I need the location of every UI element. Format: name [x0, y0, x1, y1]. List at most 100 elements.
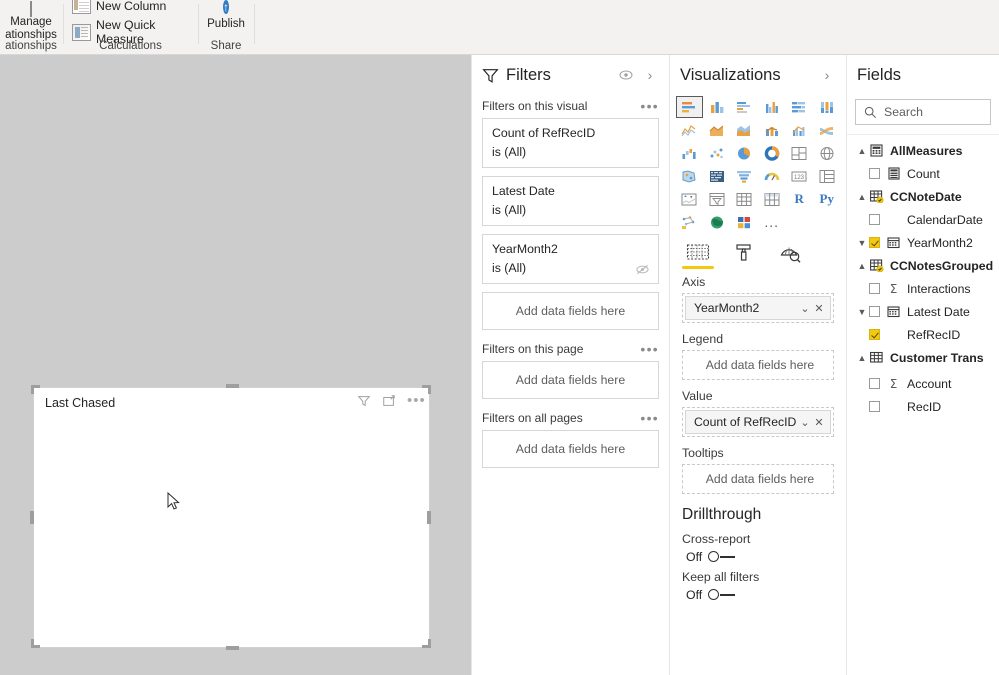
filters-section-visual-more-icon[interactable]: ••• [640, 99, 659, 113]
funnel-chart-icon[interactable] [732, 166, 757, 186]
map-icon[interactable] [815, 143, 840, 163]
waterfall-chart-icon[interactable] [677, 143, 702, 163]
filters-all-pages-dropzone[interactable]: Add data fields here [482, 430, 659, 468]
pie-chart-icon[interactable] [732, 143, 757, 163]
resize-handle-bottom-center[interactable] [226, 646, 239, 650]
more-options-icon[interactable]: ••• [407, 393, 425, 408]
field-table-ccnotesgrouped[interactable]: ▲ CCNotesGrouped [847, 254, 999, 277]
well-legend-placeholder[interactable]: Add data fields here [685, 353, 831, 377]
chevron-up-icon[interactable]: ▲ [855, 192, 869, 202]
field-checkbox[interactable] [869, 306, 880, 317]
chevron-up-icon[interactable]: ▲ [855, 261, 869, 271]
field-item-recid[interactable]: RecID [847, 395, 999, 418]
collapse-chevron-icon[interactable]: › [818, 66, 836, 84]
resize-handle-middle-right[interactable] [427, 511, 431, 524]
publish-button[interactable]: ↑ Publish [199, 0, 253, 31]
power-apps-visual-icon[interactable] [732, 212, 757, 232]
report-canvas[interactable]: Last Chased ••• [0, 55, 471, 675]
stacked-area-chart-icon[interactable] [732, 120, 757, 140]
filters-page-dropzone[interactable]: Add data fields here [482, 361, 659, 399]
remove-field-icon[interactable]: ✕ [812, 301, 826, 315]
scatter-chart-icon[interactable] [705, 143, 730, 163]
matrix-icon[interactable] [760, 189, 785, 209]
manage-relationships-button[interactable]: Manage ationships [0, 1, 62, 41]
focus-mode-icon[interactable] [382, 394, 396, 408]
search-input[interactable]: Search [855, 99, 991, 125]
clustered-column-chart-icon[interactable] [760, 97, 785, 117]
field-checkbox[interactable] [869, 214, 880, 225]
field-item-yearmonth2[interactable]: ▼ YearMonth2 [847, 231, 999, 254]
100-percent-stacked-bar-chart-icon[interactable] [787, 97, 812, 117]
filters-section-all-pages-more-icon[interactable]: ••• [640, 411, 659, 425]
table-icon[interactable] [732, 189, 757, 209]
resize-handle-top-center[interactable] [226, 384, 239, 388]
hidden-eye-slash-icon[interactable] [635, 263, 650, 276]
new-column-button[interactable]: New Column [72, 0, 166, 14]
resize-handle-bottom-right[interactable] [422, 639, 431, 648]
key-influencers-icon[interactable] [677, 212, 702, 232]
card-icon[interactable]: 123 [787, 166, 812, 186]
more-visuals-icon[interactable]: ... [760, 212, 785, 232]
kpi-icon[interactable]: ▾ [677, 189, 702, 209]
chevron-down-icon[interactable]: ▼ [855, 307, 869, 317]
well-tooltips[interactable]: Add data fields here [682, 464, 834, 494]
field-item-account[interactable]: Σ Account [847, 372, 999, 395]
remove-field-icon[interactable]: ✕ [812, 415, 826, 429]
resize-handle-top-right[interactable] [422, 385, 431, 394]
resize-handle-middle-left[interactable] [30, 511, 34, 524]
filters-section-page-more-icon[interactable]: ••• [640, 342, 659, 356]
well-value-field[interactable]: Count of RefRecID ⌄ ✕ [685, 410, 831, 434]
field-checkbox[interactable] [869, 378, 880, 389]
chevron-up-icon[interactable]: ▲ [855, 146, 869, 156]
donut-chart-icon[interactable] [760, 143, 785, 163]
drillthrough-cross-report-toggle[interactable]: Off [670, 546, 846, 564]
field-item-latest-date[interactable]: ▼ Latest Date [847, 300, 999, 323]
field-checkbox[interactable] [869, 401, 880, 412]
r-script-visual-icon[interactable]: R [787, 189, 812, 209]
field-checkbox[interactable] [869, 283, 880, 294]
field-checkbox[interactable] [869, 237, 880, 248]
100-percent-stacked-column-chart-icon[interactable] [815, 97, 840, 117]
hidden-eye-icon[interactable] [617, 66, 635, 84]
shape-map-icon[interactable] [705, 166, 730, 186]
collapse-chevron-icon[interactable]: › [641, 66, 659, 84]
format-tab-icon[interactable] [730, 240, 758, 266]
area-chart-icon[interactable] [705, 120, 730, 140]
filter-card-yearmonth2[interactable]: YearMonth2 is (All) [482, 234, 659, 284]
field-item-count[interactable]: Count [847, 162, 999, 185]
arcgis-map-icon[interactable] [705, 212, 730, 232]
line-and-clustered-column-chart-icon[interactable] [787, 120, 812, 140]
visual-container-last-chased[interactable]: Last Chased ••• [33, 387, 430, 648]
fields-tab-icon[interactable] [682, 240, 714, 269]
stacked-column-chart-icon[interactable] [705, 97, 730, 117]
resize-handle-top-left[interactable] [31, 385, 40, 394]
clustered-bar-chart-icon[interactable] [732, 97, 757, 117]
field-table-ccnotedate[interactable]: ▲ CCNoteDate [847, 185, 999, 208]
multi-row-card-icon[interactable] [815, 166, 840, 186]
field-item-refrecid[interactable]: RefRecID [847, 323, 999, 346]
filled-map-icon[interactable] [677, 166, 702, 186]
chevron-down-icon[interactable]: ▼ [855, 238, 869, 248]
filters-visual-dropzone[interactable]: Add data fields here [482, 292, 659, 330]
field-table-customer-trans[interactable]: ▲ Customer Trans [847, 346, 999, 369]
treemap-icon[interactable] [787, 143, 812, 163]
python-visual-icon[interactable]: Py [815, 189, 840, 209]
chevron-up-icon[interactable]: ▲ [855, 353, 869, 363]
well-tooltips-placeholder[interactable]: Add data fields here [685, 467, 831, 491]
field-table-allmeasures[interactable]: ▲ AllMeasures [847, 139, 999, 162]
drillthrough-keep-filters-toggle[interactable]: Off [670, 584, 846, 602]
line-and-stacked-column-chart-icon[interactable] [760, 120, 785, 140]
toggle-switch-icon[interactable] [708, 551, 736, 563]
well-axis-field[interactable]: YearMonth2 ⌄ ✕ [685, 296, 831, 320]
field-item-interactions[interactable]: Σ Interactions [847, 277, 999, 300]
filter-card-latest-date[interactable]: Latest Date is (All) [482, 176, 659, 226]
analytics-tab-icon[interactable] [776, 240, 804, 266]
chevron-down-icon[interactable]: ⌄ [798, 301, 812, 315]
gauge-icon[interactable] [760, 166, 785, 186]
well-legend[interactable]: Add data fields here [682, 350, 834, 380]
filter-card-count-of-refrecid[interactable]: Count of RefRecID is (All) [482, 118, 659, 168]
field-checkbox[interactable] [869, 168, 880, 179]
line-chart-icon[interactable] [677, 120, 702, 140]
well-value[interactable]: Count of RefRecID ⌄ ✕ [682, 407, 834, 437]
field-item-calendardate[interactable]: CalendarDate [847, 208, 999, 231]
